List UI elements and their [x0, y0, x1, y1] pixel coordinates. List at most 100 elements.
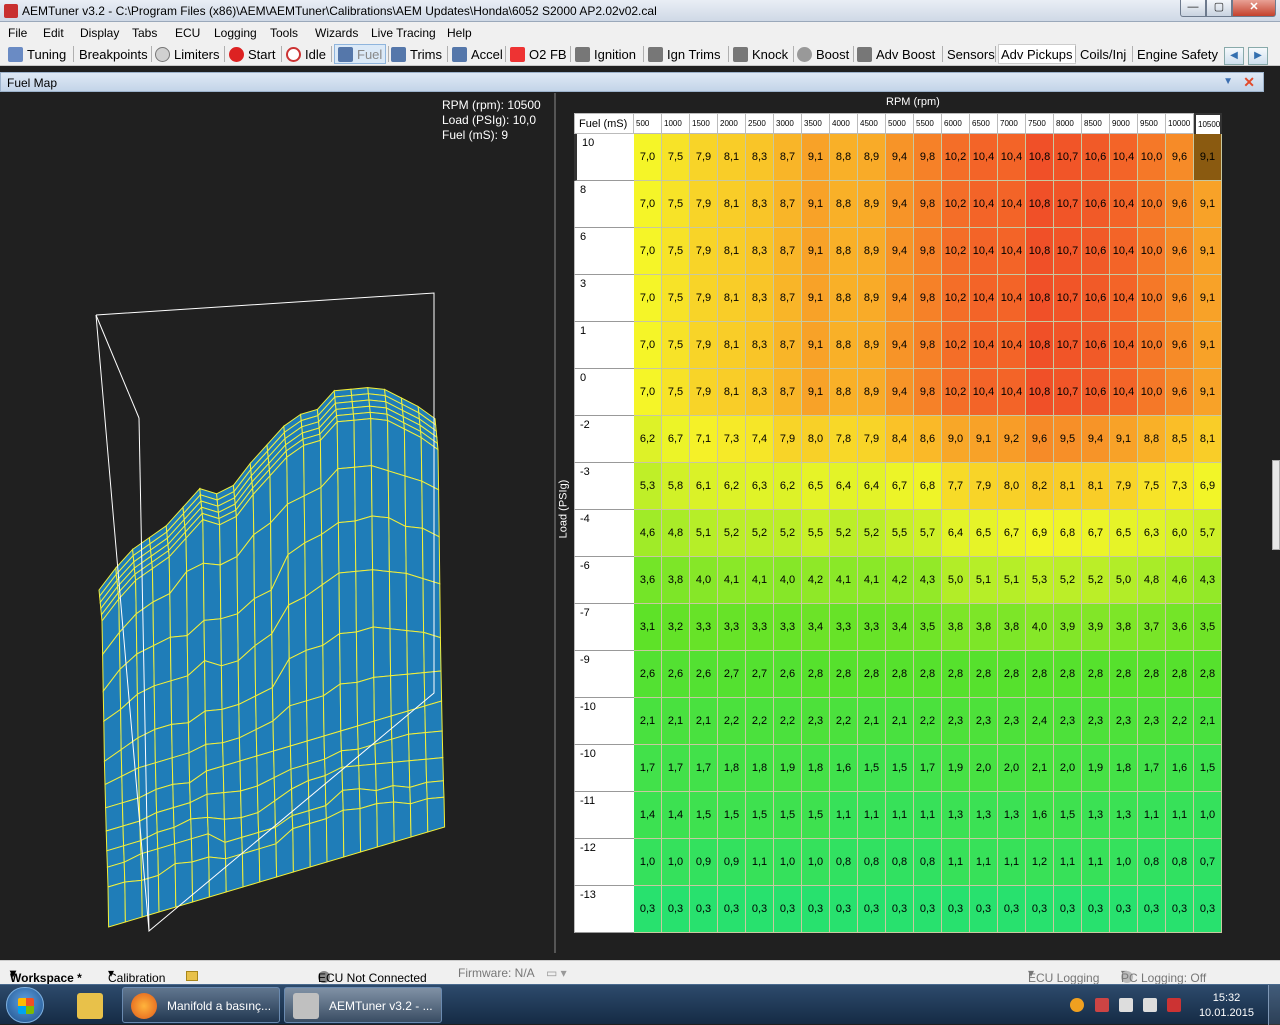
table-cell[interactable]: 7,0: [634, 369, 662, 416]
table-cell[interactable]: 1,8: [718, 745, 746, 792]
table-cell[interactable]: 7,5: [662, 134, 690, 181]
table-cell[interactable]: 8,8: [830, 369, 858, 416]
table-cell[interactable]: 10,6: [1082, 322, 1110, 369]
table-cell[interactable]: 8,7: [774, 228, 802, 275]
table-cell[interactable]: 10,4: [970, 369, 998, 416]
table-cell[interactable]: 1,4: [662, 792, 690, 839]
column-header[interactable]: 5500: [914, 113, 942, 134]
table-cell[interactable]: 6,4: [830, 463, 858, 510]
table-cell[interactable]: 3,3: [746, 604, 774, 651]
table-cell[interactable]: 2,3: [1110, 698, 1138, 745]
table-cell[interactable]: 1,8: [802, 745, 830, 792]
table-cell[interactable]: 1,1: [1166, 792, 1194, 839]
table-cell[interactable]: 10,4: [970, 275, 998, 322]
table-cell[interactable]: 0,3: [746, 886, 774, 933]
table-cell[interactable]: 1,5: [718, 792, 746, 839]
table-cell[interactable]: 8,3: [746, 181, 774, 228]
table-cell[interactable]: 8,6: [914, 416, 942, 463]
table-cell[interactable]: 9,6: [1166, 275, 1194, 322]
row-header[interactable]: -7: [574, 604, 634, 651]
table-cell[interactable]: 1,5: [774, 792, 802, 839]
table-cell[interactable]: 6,5: [970, 510, 998, 557]
table-cell[interactable]: 9,4: [886, 322, 914, 369]
table-cell[interactable]: 10,4: [1110, 228, 1138, 275]
tab-sensors[interactable]: Sensors: [947, 44, 995, 64]
table-cell[interactable]: 1,1: [1082, 839, 1110, 886]
tab-fuel[interactable]: Fuel: [334, 44, 387, 64]
table-cell[interactable]: 8,8: [830, 228, 858, 275]
table-cell[interactable]: 9,6: [1166, 369, 1194, 416]
table-cell[interactable]: 0,8: [830, 839, 858, 886]
menu-live-tracing[interactable]: Live Tracing: [371, 26, 436, 40]
flag-icon[interactable]: [1167, 998, 1181, 1012]
table-cell[interactable]: 1,3: [998, 792, 1026, 839]
table-cell[interactable]: 9,4: [886, 181, 914, 228]
table-cell[interactable]: 10,7: [1054, 322, 1082, 369]
table-cell[interactable]: 2,2: [718, 698, 746, 745]
column-header[interactable]: 4500: [858, 113, 886, 134]
table-cell[interactable]: 7,9: [690, 322, 718, 369]
table-cell[interactable]: 7,3: [1166, 463, 1194, 510]
table-cell[interactable]: 0,3: [1054, 886, 1082, 933]
table-cell[interactable]: 10,4: [998, 369, 1026, 416]
column-header[interactable]: 7000: [998, 113, 1026, 134]
row-header[interactable]: 0: [574, 369, 634, 416]
tab-limiters[interactable]: Limiters: [155, 44, 220, 64]
table-cell[interactable]: 4,1: [718, 557, 746, 604]
table-cell[interactable]: 8,1: [1054, 463, 1082, 510]
table-cell[interactable]: 10,4: [1110, 181, 1138, 228]
table-cell[interactable]: 5,2: [774, 510, 802, 557]
table-cell[interactable]: 2,7: [718, 651, 746, 698]
table-cell[interactable]: 5,2: [858, 510, 886, 557]
table-cell[interactable]: 10,4: [970, 322, 998, 369]
row-header[interactable]: -3: [574, 463, 634, 510]
table-cell[interactable]: 2,1: [1194, 698, 1222, 745]
table-cell[interactable]: 3,4: [886, 604, 914, 651]
column-header[interactable]: 10000: [1166, 113, 1194, 134]
table-cell[interactable]: 0,3: [1026, 886, 1054, 933]
table-cell[interactable]: 7,9: [774, 416, 802, 463]
table-cell[interactable]: 10,8: [1026, 181, 1054, 228]
row-header[interactable]: -13: [574, 886, 634, 933]
ecu-logging-menu[interactable]: ECU Logging ▾: [1028, 966, 1099, 985]
column-header[interactable]: 6500: [970, 113, 998, 134]
table-cell[interactable]: 2,3: [998, 698, 1026, 745]
table-cell[interactable]: 2,3: [970, 698, 998, 745]
table-cell[interactable]: 0,8: [1166, 839, 1194, 886]
table-cell[interactable]: 6,7: [886, 463, 914, 510]
table-cell[interactable]: 0,3: [1138, 886, 1166, 933]
column-header[interactable]: 8000: [1054, 113, 1082, 134]
table-cell[interactable]: 1,8: [746, 745, 774, 792]
table-cell[interactable]: 2,1: [662, 698, 690, 745]
tabs-scroll-right-icon[interactable]: ▶: [1248, 47, 1268, 65]
table-cell[interactable]: 6,3: [746, 463, 774, 510]
table-cell[interactable]: 7,0: [634, 275, 662, 322]
tab-trims[interactable]: Trims: [391, 44, 442, 64]
table-cell[interactable]: 1,7: [662, 745, 690, 792]
table-cell[interactable]: 10,8: [1026, 134, 1054, 181]
table-cell[interactable]: 7,5: [662, 275, 690, 322]
table-cell[interactable]: 9,4: [886, 369, 914, 416]
table-cell[interactable]: 10,0: [1138, 369, 1166, 416]
menu-wizards[interactable]: Wizards: [315, 26, 358, 40]
table-cell[interactable]: 0,8: [914, 839, 942, 886]
table-cell[interactable]: 2,2: [830, 698, 858, 745]
table-cell[interactable]: 3,6: [1166, 604, 1194, 651]
row-header[interactable]: -6: [574, 557, 634, 604]
explorer-pinned[interactable]: [72, 987, 108, 1023]
table-cell[interactable]: 8,9: [858, 275, 886, 322]
table-cell[interactable]: 2,1: [858, 698, 886, 745]
pc-logging-menu[interactable]: PC Logging: Off ▾: [1121, 966, 1206, 985]
table-cell[interactable]: 10,4: [998, 134, 1026, 181]
menu-logging[interactable]: Logging: [214, 26, 257, 40]
table-cell[interactable]: 9,1: [1194, 369, 1222, 416]
column-header[interactable]: 2500: [746, 113, 774, 134]
table-cell[interactable]: 1,6: [1026, 792, 1054, 839]
table-cell[interactable]: 1,1: [830, 792, 858, 839]
column-header[interactable]: 500: [634, 113, 662, 134]
table-cell[interactable]: 7,9: [690, 134, 718, 181]
table-cell[interactable]: 0,3: [690, 886, 718, 933]
table-cell[interactable]: 1,3: [970, 792, 998, 839]
table-cell[interactable]: 0,3: [942, 886, 970, 933]
table-cell[interactable]: 1,5: [858, 745, 886, 792]
